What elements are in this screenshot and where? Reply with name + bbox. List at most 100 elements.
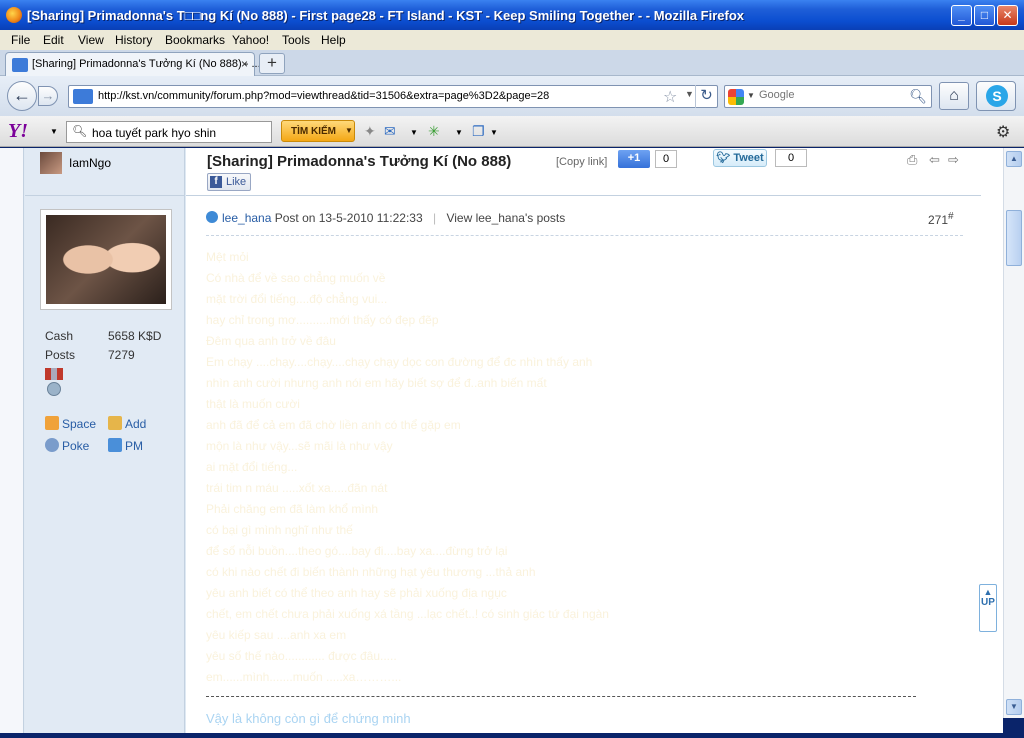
yahoo-logo[interactable]: Y! [8,120,28,143]
pages-icon[interactable]: ❐ [472,123,485,140]
tweet-label: Tweet [733,152,764,164]
apps-dropdown-icon[interactable]: ▼ [455,128,463,137]
tweet-count: 0 [775,149,807,167]
history-dropdown-icon[interactable]: ▼ [685,89,694,99]
tab-close-icon[interactable]: × [241,57,248,71]
yahoo-toolbar: Y! ▼ 🔍︎ hoa tuyết park hyo shin TÌM KIẾM… [0,116,1024,147]
plus-one-count: 0 [655,150,677,168]
next-thread-icon[interactable]: ⇨ [948,152,959,168]
mail-icon[interactable]: ✉ [384,123,396,140]
skype-icon: S [986,85,1008,107]
skype-button[interactable]: S [976,81,1016,111]
tweet-button[interactable]: 🐦︎ Tweet [713,149,767,167]
apps-icon[interactable]: ✳ [428,123,440,140]
close-button[interactable]: ✕ [997,5,1018,26]
engine-dropdown-icon[interactable]: ▼ [747,91,755,100]
scrollbar-thumb[interactable] [1006,210,1022,266]
yahoo-search-value[interactable]: hoa tuyết park hyo shin [92,126,216,140]
thread-title: [Sharing] Primadonna's Tưởng Kí (No 888) [207,153,512,170]
tab-active[interactable]: [Sharing] Primadonna's Tưởng Kí (No 888)… [5,52,261,76]
copy-link[interactable]: [Copy link] [556,156,607,168]
post-line: có bại gì mình nghĩ như thế [206,523,353,537]
space-link[interactable]: Space [45,416,96,431]
menu-history[interactable]: History [115,33,152,47]
site-identity-icon[interactable] [73,89,93,104]
print-icon[interactable]: ⎙ [907,152,917,168]
navigation-toolbar: ← → http://kst.vn/community/forum.php?mo… [0,76,1024,116]
mini-avatar[interactable] [40,152,62,174]
menu-edit[interactable]: Edit [43,33,64,47]
window-bottom-border [0,733,1024,738]
search-bar[interactable]: ▼ 🔍︎ [724,85,932,108]
address-bar[interactable]: http://kst.vn/community/forum.php?mod=vi… [68,85,718,108]
url-text[interactable]: http://kst.vn/community/forum.php?mod=vi… [98,90,549,102]
back-arrow-icon: ← [13,85,31,105]
stat-value-posts: 7279 [108,348,135,362]
menu-bookmarks[interactable]: Bookmarks [165,33,225,47]
yahoo-search-input[interactable]: 🔍︎ hoa tuyết park hyo shin [66,121,272,143]
home-button[interactable]: ⌂ [939,82,969,110]
bookmark-star-icon[interactable]: ☆ [663,87,677,107]
post-meta: lee_hana Post on 13-5-2010 11:22:33 | Vi… [206,211,565,225]
google-plus-one-button[interactable]: +1 [618,150,650,168]
facebook-like-button[interactable]: f Like [207,173,251,191]
pm-link[interactable]: PM [108,438,143,453]
post-line: yêu số thế nào............ được đâu..... [206,649,397,663]
meta-separator: | [432,211,437,225]
avatar-photo [46,215,166,304]
menu-tools[interactable]: Tools [282,33,310,47]
post-line: mộn là như vậy...sẽ mãi là như vậy [206,439,393,453]
yahoo-search-label: TÌM KIẾM [291,126,336,137]
chevron-up-icon: ▲ [983,587,993,597]
post-footer-line: Vậy là không còn gì để chứng minh [206,711,411,726]
menu-help[interactable]: Help [321,33,346,47]
scroll-up-arrow-icon[interactable]: ▲ [1006,151,1022,167]
post-line: ai mặt đổi tiếng... [206,460,298,474]
back-button[interactable]: ← [7,81,37,111]
post-number[interactable]: 271# [928,211,954,227]
new-tab-button[interactable]: + [259,53,285,74]
menu-bar: File Edit View History Bookmarks Yahoo! … [0,30,1024,50]
facebook-icon: f [210,176,222,188]
post-number-value: 271 [928,213,949,227]
scroll-down-arrow-icon[interactable]: ▼ [1006,699,1022,715]
post-line: có khi nào chết đi biến thành những hạt … [206,565,536,579]
scroll-to-top-button[interactable]: ▲ UP [979,584,997,632]
gear-icon[interactable]: ⚙ [996,122,1010,142]
search-input[interactable] [759,89,909,101]
search-icon[interactable]: 🔍︎ [909,88,927,105]
menu-view[interactable]: View [78,33,104,47]
pages-dropdown-icon[interactable]: ▼ [490,128,498,137]
avatar[interactable] [40,209,172,310]
maximize-button[interactable]: □ [974,5,995,26]
firefox-icon [6,7,22,23]
menu-file[interactable]: File [11,33,30,47]
post-line: nhìn anh cười nhưng anh nói em hãy biết … [206,376,547,390]
yahoo-search-button[interactable]: TÌM KIẾM ▼ [281,120,355,142]
window-title-bar: [Sharing] Primadonna's T□□ng Kí (No 888)… [0,0,1024,30]
post-author-link[interactable]: lee_hana [222,211,271,225]
minimize-button[interactable]: _ [951,5,972,26]
chevron-down-icon[interactable]: ▼ [345,126,353,135]
previous-thread-icon[interactable]: ⇦ [929,152,940,168]
menu-yahoo[interactable]: Yahoo! [232,33,269,47]
add-friend-link[interactable]: Add [108,416,146,431]
medal-icon[interactable] [45,368,63,400]
reload-icon[interactable]: ↻ [695,85,717,108]
view-author-posts-link[interactable]: View lee_hana's posts [446,211,565,225]
top-username[interactable]: IamNgo [69,156,111,170]
yahoo-menu-dropdown-icon[interactable]: ▼ [50,127,58,136]
stat-label-posts: Posts [45,348,76,362]
mail-dropdown-icon[interactable]: ▼ [410,128,418,137]
post-line: thật là muốn cười [206,397,300,411]
google-engine-icon[interactable] [728,89,744,105]
forward-button[interactable]: → [38,86,58,106]
twitter-bird-icon: 🐦︎ [716,152,731,164]
poke-link[interactable]: Poke [45,438,89,453]
handshake-icon [108,416,122,430]
post-line: Đêm qua anh trở về đâu [206,334,336,348]
vertical-scrollbar[interactable]: ▲ ▼ [1003,148,1024,718]
post-number-suffix: # [948,211,954,222]
pm-label: PM [125,439,143,453]
home-icon [45,416,59,430]
